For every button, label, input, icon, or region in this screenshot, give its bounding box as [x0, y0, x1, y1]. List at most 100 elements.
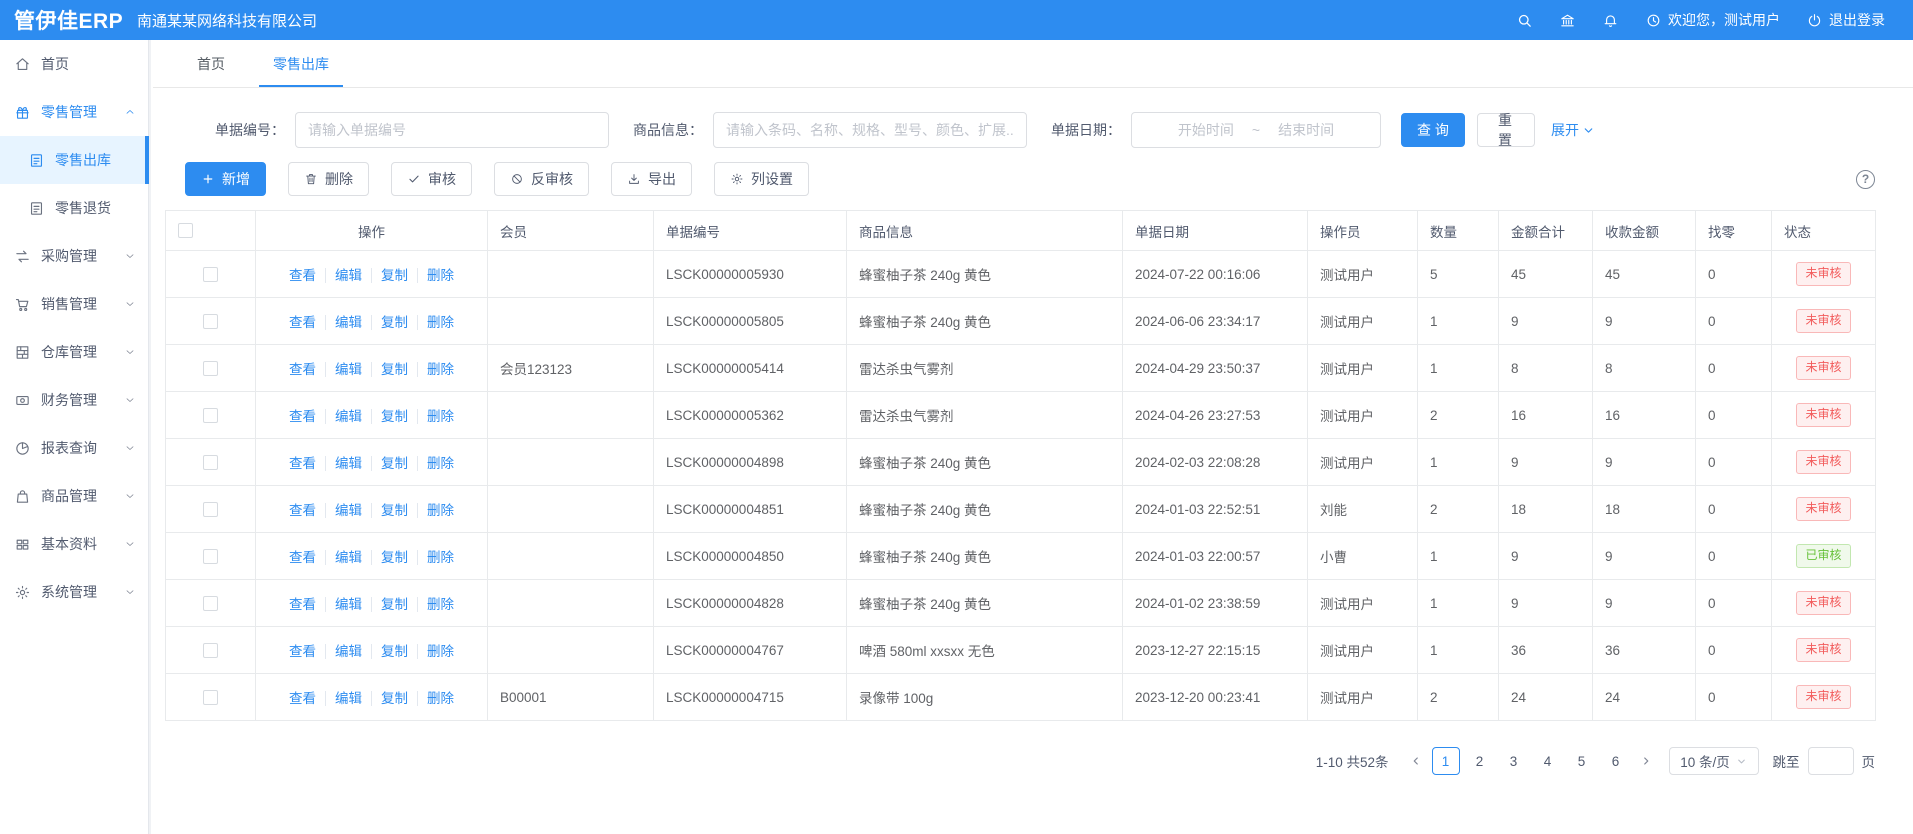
- row-checkbox[interactable]: [203, 361, 218, 376]
- action-edit-link[interactable]: 编辑: [325, 691, 362, 706]
- page-button-1[interactable]: 1: [1432, 747, 1460, 775]
- action-view-link[interactable]: 查看: [289, 268, 316, 283]
- sidebar-item-warehouse[interactable]: 仓库管理: [0, 328, 149, 376]
- row-checkbox[interactable]: [203, 408, 218, 423]
- tab-retail-outbound[interactable]: 零售出库: [259, 40, 343, 87]
- page-size-select[interactable]: 10 条/页: [1669, 747, 1759, 775]
- action-copy-link[interactable]: 复制: [371, 691, 408, 706]
- action-delete-link[interactable]: 删除: [417, 362, 454, 377]
- product-info-input[interactable]: [713, 112, 1027, 148]
- action-edit-link[interactable]: 编辑: [325, 456, 362, 471]
- action-view-link[interactable]: 查看: [289, 362, 316, 377]
- page-button-5[interactable]: 5: [1568, 747, 1596, 775]
- action-delete-link[interactable]: 删除: [417, 315, 454, 330]
- sidebar-item-finance[interactable]: 财务管理: [0, 376, 149, 424]
- search-button[interactable]: 查 询: [1401, 113, 1465, 147]
- jump-to-input[interactable]: [1808, 747, 1854, 775]
- help-icon[interactable]: [1856, 170, 1875, 189]
- next-page-button[interactable]: [1633, 747, 1659, 775]
- sidebar-item-system[interactable]: 系统管理: [0, 568, 149, 616]
- action-view-link[interactable]: 查看: [289, 691, 316, 706]
- user-welcome[interactable]: 欢迎您，测试用户: [1645, 10, 1780, 30]
- action-edit-link[interactable]: 编辑: [325, 644, 362, 659]
- table-row: 查看编辑复制删除LSCK00000005805蜂蜜柚子茶 240g 黄色2024…: [166, 298, 1876, 345]
- sidebar-item-retail-outbound[interactable]: 零售出库: [0, 136, 149, 184]
- sidebar-item-retail[interactable]: 零售管理: [0, 88, 149, 136]
- row-checkbox[interactable]: [203, 690, 218, 705]
- add-button[interactable]: 新增: [185, 162, 266, 196]
- action-delete-link[interactable]: 删除: [417, 456, 454, 471]
- bill-no-input[interactable]: [295, 112, 609, 148]
- expand-link[interactable]: 展开: [1551, 120, 1595, 140]
- action-copy-link[interactable]: 复制: [371, 550, 408, 565]
- page-button-6[interactable]: 6: [1602, 747, 1630, 775]
- logout-button[interactable]: 退出登录: [1806, 10, 1885, 30]
- row-checkbox[interactable]: [203, 502, 218, 517]
- action-edit-link[interactable]: 编辑: [325, 362, 362, 377]
- action-delete-link[interactable]: 删除: [417, 644, 454, 659]
- row-checkbox[interactable]: [203, 267, 218, 282]
- delete-button[interactable]: 删除: [288, 162, 369, 196]
- row-checkbox[interactable]: [203, 643, 218, 658]
- action-view-link[interactable]: 查看: [289, 644, 316, 659]
- action-edit-link[interactable]: 编辑: [325, 503, 362, 518]
- sidebar-item-basic[interactable]: 基本资料: [0, 520, 149, 568]
- action-copy-link[interactable]: 复制: [371, 644, 408, 659]
- action-view-link[interactable]: 查看: [289, 503, 316, 518]
- sidebar-item-purchase[interactable]: 采购管理: [0, 232, 149, 280]
- action-edit-link[interactable]: 编辑: [325, 597, 362, 612]
- sidebar-item-home[interactable]: 首页: [0, 40, 149, 88]
- sidebar-item-sales[interactable]: 销售管理: [0, 280, 149, 328]
- action-edit-link[interactable]: 编辑: [325, 268, 362, 283]
- action-copy-link[interactable]: 复制: [371, 409, 408, 424]
- audit-button[interactable]: 审核: [391, 162, 472, 196]
- sidebar-item-retail-return[interactable]: 零售退货: [0, 184, 149, 232]
- reset-button[interactable]: 重 置: [1477, 113, 1535, 147]
- action-edit-link[interactable]: 编辑: [325, 315, 362, 330]
- search-icon[interactable]: [1516, 12, 1533, 29]
- action-delete-link[interactable]: 删除: [417, 597, 454, 612]
- cell-bill_no: LSCK00000005362: [654, 392, 847, 439]
- action-copy-link[interactable]: 复制: [371, 315, 408, 330]
- delete-label: 删除: [325, 169, 353, 189]
- action-copy-link[interactable]: 复制: [371, 456, 408, 471]
- action-view-link[interactable]: 查看: [289, 315, 316, 330]
- export-button[interactable]: 导出: [611, 162, 692, 196]
- column-settings-button[interactable]: 列设置: [714, 162, 809, 196]
- action-view-link[interactable]: 查看: [289, 456, 316, 471]
- row-checkbox[interactable]: [203, 455, 218, 470]
- action-delete-link[interactable]: 删除: [417, 503, 454, 518]
- row-checkbox[interactable]: [203, 596, 218, 611]
- sidebar-item-goods[interactable]: 商品管理: [0, 472, 149, 520]
- action-delete-link[interactable]: 删除: [417, 691, 454, 706]
- action-copy-link[interactable]: 复制: [371, 362, 408, 377]
- tab-home[interactable]: 首页: [183, 40, 239, 87]
- sidebar-item-reports[interactable]: 报表查询: [0, 424, 149, 472]
- action-edit-link[interactable]: 编辑: [325, 409, 362, 424]
- action-edit-link[interactable]: 编辑: [325, 550, 362, 565]
- page-button-4[interactable]: 4: [1534, 747, 1562, 775]
- select-all-checkbox[interactable]: [178, 223, 193, 238]
- action-view-link[interactable]: 查看: [289, 550, 316, 565]
- action-copy-link[interactable]: 复制: [371, 597, 408, 612]
- action-copy-link[interactable]: 复制: [371, 268, 408, 283]
- pagination: 1-10 共52条 123456 10 条/页 跳至 页: [153, 747, 1875, 775]
- page-button-2[interactable]: 2: [1466, 747, 1494, 775]
- bell-icon[interactable]: [1602, 12, 1619, 29]
- page-size-value: 10 条/页: [1680, 751, 1730, 771]
- action-delete-link[interactable]: 删除: [417, 550, 454, 565]
- bank-icon[interactable]: [1559, 12, 1576, 29]
- action-view-link[interactable]: 查看: [289, 409, 316, 424]
- action-delete-link[interactable]: 删除: [417, 409, 454, 424]
- action-delete-link[interactable]: 删除: [417, 268, 454, 283]
- page-button-3[interactable]: 3: [1500, 747, 1528, 775]
- prev-page-button[interactable]: [1403, 747, 1429, 775]
- row-checkbox[interactable]: [203, 314, 218, 329]
- date-range-picker[interactable]: 开始时间 ~ 结束时间: [1131, 112, 1381, 148]
- action-copy-link[interactable]: 复制: [371, 503, 408, 518]
- cell-qty: 1: [1418, 580, 1499, 627]
- row-checkbox[interactable]: [203, 549, 218, 564]
- action-view-link[interactable]: 查看: [289, 597, 316, 612]
- unaudit-button[interactable]: 反审核: [494, 162, 589, 196]
- toolbar: 新增 删除 审核 反审核 导出 列设置: [185, 162, 1875, 196]
